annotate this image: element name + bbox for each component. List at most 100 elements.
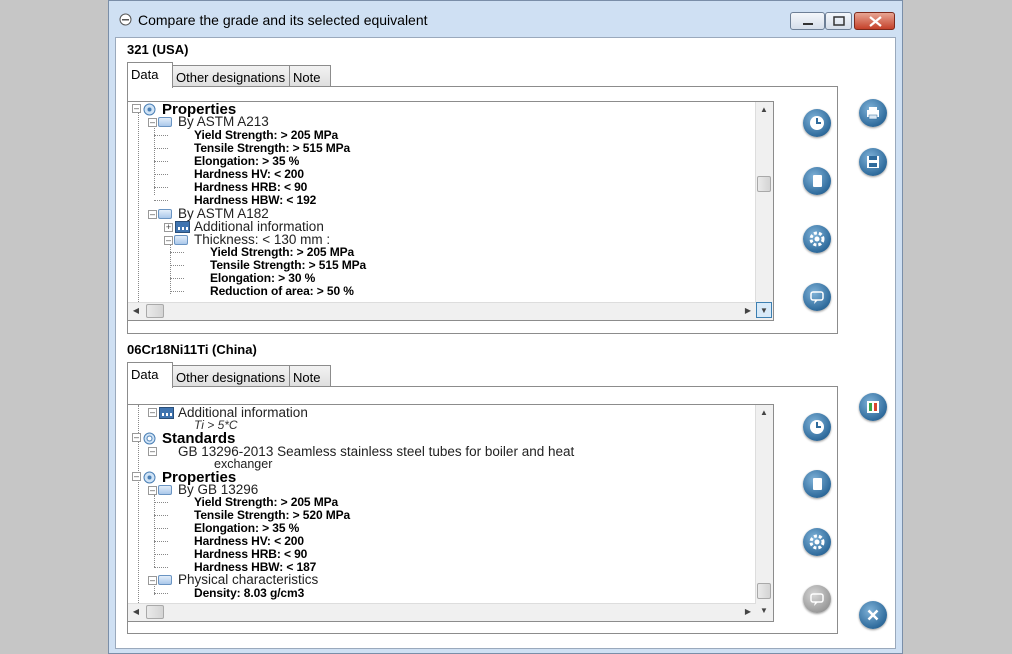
scroll-right-arrow[interactable]: ▶ [740, 303, 756, 319]
copy-icon [813, 478, 822, 490]
collapse-toggle[interactable]: – [148, 408, 157, 417]
copy-button-top[interactable] [803, 167, 831, 195]
horizontal-scrollbar-bottom[interactable]: ◀ ▶ [128, 603, 756, 621]
minimize-button[interactable] [790, 12, 825, 30]
tree-branch [154, 567, 168, 568]
history-button-top[interactable] [803, 109, 831, 137]
minimize-icon [803, 23, 813, 25]
close-icon [867, 609, 879, 621]
comment-button-top[interactable] [803, 283, 831, 311]
vertical-scrollbar-top[interactable]: ▲ ▼ [755, 102, 773, 320]
save-button[interactable] [859, 148, 887, 176]
clock-icon [810, 116, 824, 130]
tree-line [154, 495, 155, 567]
info-icon [175, 221, 190, 233]
tree-branch [154, 515, 168, 516]
settings-button-bottom[interactable] [803, 528, 831, 556]
expand-toggle[interactable]: + [164, 223, 173, 232]
scroll-up-arrow[interactable]: ▲ [756, 102, 772, 118]
scroll-up-arrow[interactable]: ▲ [756, 405, 772, 421]
tree-top[interactable]: – Properties – By ASTM A213 Yield Streng… [127, 101, 774, 321]
gear-icon [809, 534, 825, 550]
horizontal-scrollbar-top[interactable]: ◀ ▶ [128, 302, 756, 320]
collapse-toggle[interactable]: – [148, 210, 157, 219]
collapse-toggle[interactable]: – [132, 472, 141, 481]
tree-branch [154, 541, 168, 542]
scroll-down-arrow[interactable]: ▼ [756, 603, 772, 619]
collapse-toggle[interactable]: – [164, 236, 173, 245]
collapse-toggle[interactable]: – [132, 433, 141, 442]
tree-bottom[interactable]: – Additional information Ti > 5*C – Stan… [127, 404, 774, 622]
client-area: 321 (USA) Data Other designations Note –… [115, 37, 896, 649]
group-astm-a213[interactable]: By ASTM A213 [178, 115, 269, 129]
tab-note-top[interactable]: Note [289, 65, 331, 87]
collapse-toggle[interactable]: – [148, 576, 157, 585]
scroll-left-arrow[interactable]: ◀ [128, 604, 144, 620]
tree-line [138, 110, 139, 310]
copy-button-bottom[interactable] [803, 470, 831, 498]
tree-branch [154, 174, 168, 175]
folder-icon [158, 485, 172, 495]
tree-branch [154, 161, 168, 162]
comment-icon [810, 291, 824, 304]
tree-branch [154, 593, 168, 594]
grade-title-bottom: 06Cr18Ni11Ti (China) [127, 342, 257, 357]
tab-data-bottom[interactable]: Data [127, 362, 173, 388]
close-icon [869, 16, 882, 27]
print-icon [867, 107, 879, 120]
comment-icon [810, 593, 824, 606]
tab-data-top[interactable]: Data [127, 62, 173, 88]
scroll-thumb[interactable] [757, 176, 771, 192]
copy-icon [813, 175, 822, 187]
compare-window: Compare the grade and its selected equiv… [108, 0, 903, 654]
maximize-icon [833, 16, 845, 26]
title-bar: Compare the grade and its selected equiv… [109, 1, 902, 39]
tree-branch [170, 278, 184, 279]
tree-branch [170, 252, 184, 253]
window-title: Compare the grade and its selected equiv… [138, 12, 428, 28]
scroll-thumb[interactable] [146, 304, 164, 318]
folder-icon [174, 235, 188, 245]
print-button[interactable] [859, 99, 887, 127]
compare-icon [867, 401, 879, 413]
tree-branch [154, 148, 168, 149]
physical-characteristics-node[interactable]: Physical characteristics [178, 573, 318, 587]
folder-icon [158, 575, 172, 585]
comment-button-bottom[interactable] [803, 585, 831, 613]
tree-branch [154, 200, 168, 201]
close-button[interactable] [859, 601, 887, 629]
tab-note-bottom[interactable]: Note [289, 365, 331, 387]
scroll-down-arrow[interactable]: ▼ [756, 302, 772, 318]
properties-icon [143, 103, 156, 116]
scroll-right-arrow[interactable]: ▶ [740, 604, 756, 620]
clock-icon [810, 420, 824, 434]
tree-branch [170, 291, 184, 292]
tree-branch [170, 265, 184, 266]
properties-icon [143, 471, 156, 484]
grade-title-top: 321 (USA) [127, 42, 189, 57]
save-icon [867, 156, 879, 168]
folder-icon [158, 209, 172, 219]
scroll-thumb[interactable] [146, 605, 164, 619]
tree-branch [154, 135, 168, 136]
settings-button-top[interactable] [803, 225, 831, 253]
close-window-button[interactable] [854, 12, 895, 30]
collapse-toggle[interactable]: – [148, 118, 157, 127]
compare-button[interactable] [859, 393, 887, 421]
collapse-toggle[interactable]: – [148, 447, 157, 456]
tree-line [154, 123, 155, 195]
collapse-toggle[interactable]: – [132, 104, 141, 113]
maximize-button[interactable] [825, 12, 852, 30]
scroll-left-arrow[interactable]: ◀ [128, 303, 144, 319]
collapse-toggle[interactable]: – [148, 486, 157, 495]
tree-line [170, 239, 171, 294]
vertical-scrollbar-bottom[interactable]: ▲ ▼ [755, 405, 773, 621]
tab-other-designations-bottom[interactable]: Other designations [172, 365, 290, 387]
history-button-bottom[interactable] [803, 413, 831, 441]
tree-branch [154, 187, 168, 188]
folder-icon [158, 117, 172, 127]
scroll-thumb[interactable] [757, 583, 771, 599]
gear-icon [809, 231, 825, 247]
tree-branch [154, 554, 168, 555]
tab-other-designations-top[interactable]: Other designations [172, 65, 290, 87]
